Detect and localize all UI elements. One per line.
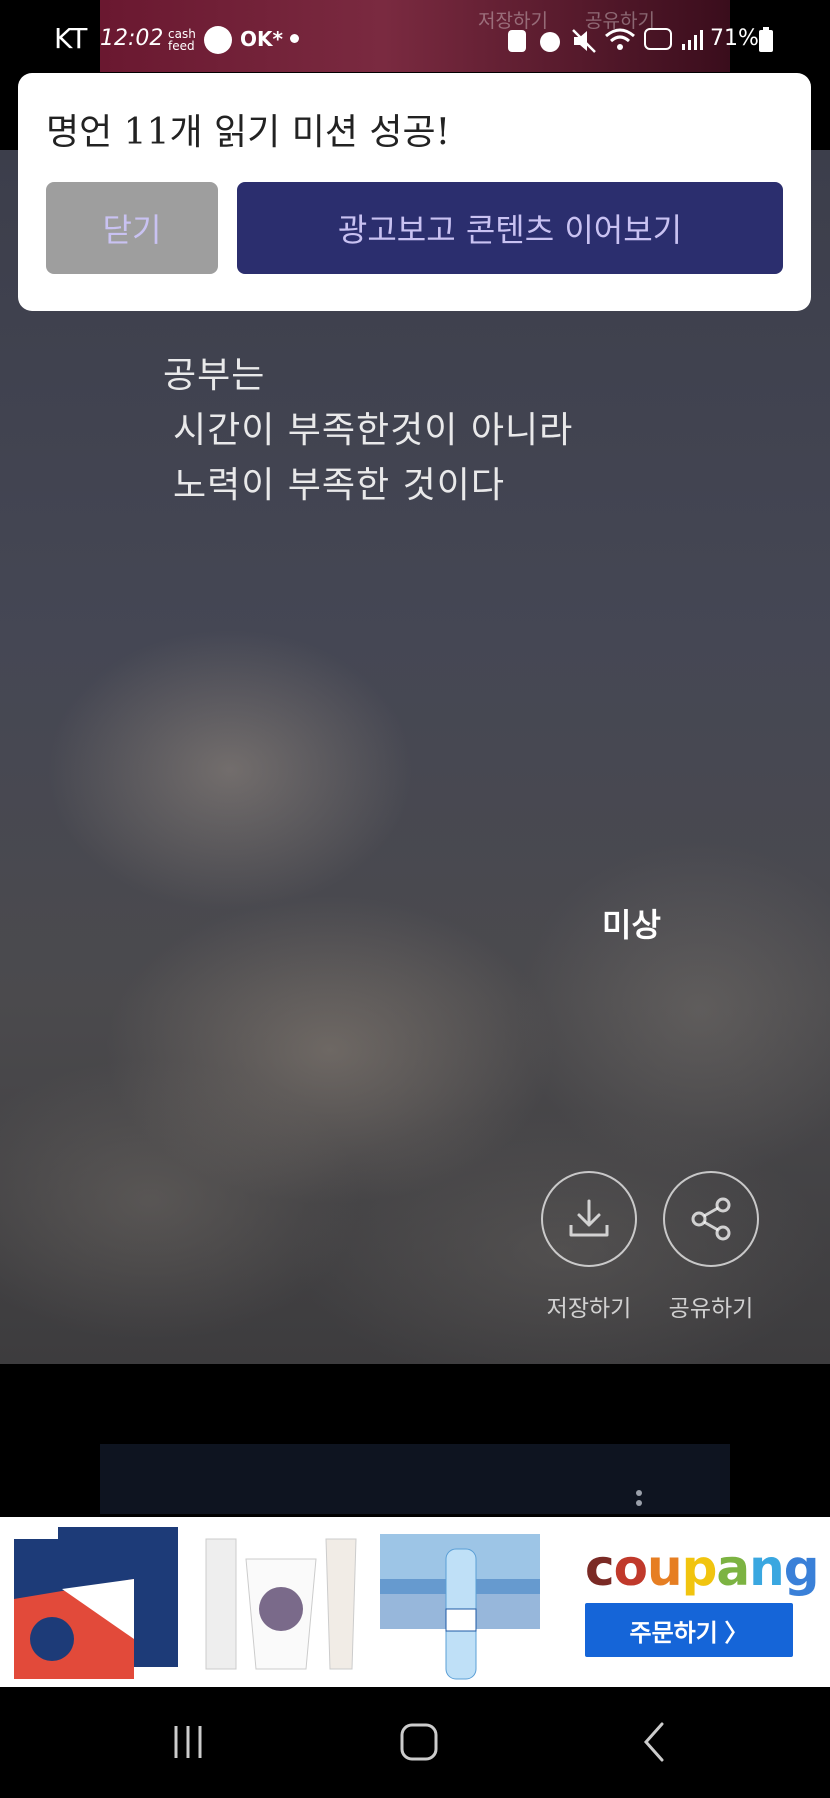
more-options-icon[interactable] [635,1490,643,1510]
alarm-icon [540,32,560,52]
close-button[interactable]: 닫기 [46,182,218,274]
back-icon [643,1722,664,1762]
recents-button[interactable] [158,1715,218,1769]
download-status-icon [508,30,526,52]
ok-icon: OK* [240,27,283,51]
hd-icon [644,28,672,50]
paper-cups-image [205,1538,357,1670]
share-icon [691,1197,731,1241]
recents-icon [174,1726,202,1758]
mission-success-dialog: 명언 11개 읽기 미션 성공! 닫기 광고보고 콘텐츠 이어보기 [18,73,811,311]
dialog-title: 명언 11개 읽기 미션 성공! [46,112,451,153]
ollock-icon [204,26,232,54]
home-icon [400,1723,438,1761]
battery-percentage: 71% [710,26,759,51]
copy-paper-image [14,1527,178,1679]
status-bar: KT 12:02 cash feed OK* 71% [0,0,830,80]
quote-line-1: 공부는 [163,355,266,396]
water-bottles-image [380,1534,540,1680]
ad-product-copy-paper[interactable] [2,1519,182,1685]
order-button[interactable]: 주문하기 〉 [585,1603,793,1657]
coupang-logo: coupang [585,1539,820,1597]
dot-icon [290,34,299,43]
quote-author: 미상 [602,906,661,944]
carrier-label: KT [54,22,88,55]
quote-line-2: 시간이 부족한것이 아니라 [173,410,574,451]
ad-banner[interactable]: coupang 주문하기 〉 [0,1517,830,1687]
save-button[interactable] [541,1171,637,1267]
clock: 12:02 [100,26,164,51]
cashfeed-icon: cash feed [168,27,196,53]
ad-product-water-bottles[interactable] [370,1519,550,1685]
signal-icon [682,30,703,50]
save-label[interactable]: 저장하기 [519,1289,659,1323]
ad-product-paper-cups[interactable] [186,1519,366,1685]
quote-line-3: 노력이 부족한 것이다 [173,465,505,506]
navigation-bar [0,1687,830,1798]
wifi-icon [605,28,635,50]
home-button[interactable] [389,1715,449,1769]
share-button[interactable] [663,1171,759,1267]
watch-ad-continue-button[interactable]: 광고보고 콘텐츠 이어보기 [237,182,783,274]
download-icon [569,1199,609,1237]
mute-icon [572,29,596,53]
share-label[interactable]: 공유하기 [641,1289,781,1323]
battery-icon [759,27,773,52]
back-button[interactable] [624,1715,684,1769]
